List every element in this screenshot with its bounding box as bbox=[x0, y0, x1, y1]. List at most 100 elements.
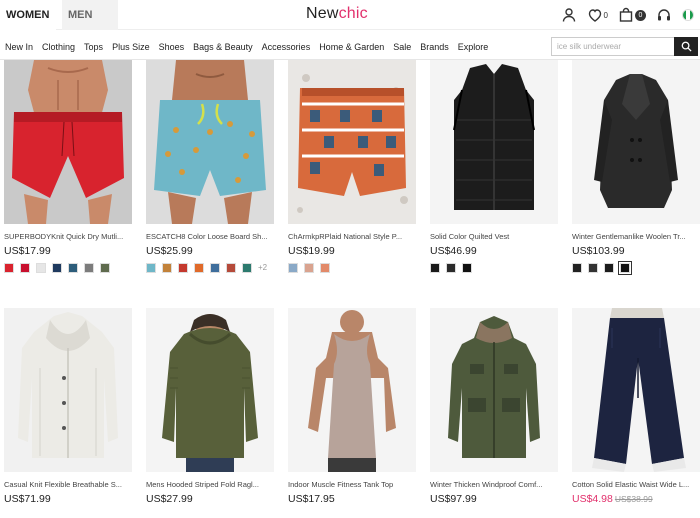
product-title[interactable]: SUPERBODYKnit Quick Dry Mutli... bbox=[4, 232, 134, 242]
color-swatch[interactable] bbox=[68, 262, 78, 273]
product-title[interactable]: ESCATCH8 Color Loose Board Sh... bbox=[146, 232, 276, 242]
product-card[interactable]: Cotton Solid Elastic Waist Wide L... US$… bbox=[572, 308, 700, 506]
color-swatches bbox=[4, 262, 134, 273]
product-card[interactable]: Indoor Muscle Fitness Tank Top US$17.95 bbox=[288, 308, 418, 506]
account-button[interactable] bbox=[561, 6, 577, 24]
product-image[interactable] bbox=[430, 308, 558, 472]
search-input[interactable] bbox=[551, 37, 674, 56]
color-swatch[interactable] bbox=[4, 262, 14, 273]
color-swatch[interactable] bbox=[194, 262, 204, 273]
search-icon bbox=[681, 41, 692, 52]
product-card[interactable]: Winter Thicken Windproof Comf... US$97.9… bbox=[430, 308, 560, 506]
product-title[interactable]: Indoor Muscle Fitness Tank Top bbox=[288, 480, 418, 490]
color-swatch[interactable] bbox=[446, 262, 456, 273]
product-title[interactable]: Winter Gentlemanlike Woolen Tr... bbox=[572, 232, 700, 242]
color-swatch[interactable] bbox=[162, 262, 172, 273]
product-price: US$46.99 bbox=[430, 245, 477, 257]
product-price: US$17.95 bbox=[288, 493, 335, 505]
product-title[interactable]: Solid Color Quilted Vest bbox=[430, 232, 560, 242]
color-swatch[interactable] bbox=[178, 262, 188, 273]
product-card[interactable]: ESCATCH8 Color Loose Board Sh... US$25.9… bbox=[146, 60, 276, 273]
tab-women[interactable]: WOMEN bbox=[0, 0, 56, 30]
original-price: US$38.99 bbox=[614, 494, 653, 504]
search-bar bbox=[551, 37, 698, 56]
color-swatch[interactable] bbox=[20, 262, 30, 273]
product-title[interactable]: Winter Thicken Windproof Comf... bbox=[430, 480, 560, 490]
color-swatch[interactable] bbox=[604, 262, 614, 273]
product-image[interactable] bbox=[4, 60, 132, 224]
color-swatch[interactable] bbox=[226, 262, 236, 273]
color-swatch[interactable] bbox=[430, 262, 440, 273]
cart-button[interactable]: 0 bbox=[618, 6, 646, 24]
product-image[interactable] bbox=[146, 308, 274, 472]
product-image[interactable] bbox=[4, 308, 132, 472]
tab-men[interactable]: MEN bbox=[62, 0, 118, 30]
color-swatch[interactable] bbox=[572, 262, 582, 273]
product-price: US$71.99 bbox=[4, 493, 51, 505]
nav-item-accessories[interactable]: Accessories bbox=[262, 42, 311, 52]
product-card[interactable]: ChArmkpRPlaid National Style P... US$19.… bbox=[288, 60, 418, 273]
nav-item-sale[interactable]: Sale bbox=[393, 42, 411, 52]
product-image[interactable] bbox=[288, 60, 416, 224]
user-icon bbox=[562, 8, 575, 22]
color-swatch[interactable] bbox=[618, 260, 632, 275]
nav-item-explore[interactable]: Explore bbox=[458, 42, 489, 52]
nav-item-home-garden[interactable]: Home & Garden bbox=[319, 42, 384, 52]
product-price: US$17.99 bbox=[4, 245, 51, 257]
product-grid: SUPERBODYKnit Quick Dry Mutli... US$17.9… bbox=[0, 60, 700, 518]
product-price: US$19.99 bbox=[288, 245, 335, 257]
color-swatches bbox=[430, 262, 560, 273]
product-image[interactable] bbox=[572, 60, 700, 224]
product-image[interactable] bbox=[572, 308, 700, 472]
product-card[interactable]: Solid Color Quilted Vest US$46.99 bbox=[430, 60, 560, 273]
wishlist-button[interactable]: 0 bbox=[587, 6, 608, 24]
color-swatch[interactable] bbox=[210, 262, 220, 273]
nav-item-tops[interactable]: Tops bbox=[84, 42, 103, 52]
color-swatch[interactable] bbox=[146, 262, 156, 273]
category-nav: New In Clothing Tops Plus Size Shoes Bag… bbox=[0, 34, 700, 60]
nav-item-new-in[interactable]: New In bbox=[5, 42, 33, 52]
nav-items: New In Clothing Tops Plus Size Shoes Bag… bbox=[5, 34, 488, 60]
product-card[interactable]: Mens Hooded Striped Fold Ragl... US$27.9… bbox=[146, 308, 276, 506]
color-swatch[interactable] bbox=[100, 262, 110, 273]
color-swatch[interactable] bbox=[588, 262, 598, 273]
product-card[interactable]: SUPERBODYKnit Quick Dry Mutli... US$17.9… bbox=[4, 60, 134, 273]
nav-item-shoes[interactable]: Shoes bbox=[159, 42, 185, 52]
product-image[interactable] bbox=[430, 60, 558, 224]
search-button[interactable] bbox=[674, 37, 698, 56]
product-image[interactable] bbox=[146, 60, 274, 224]
header-icons: 0 0 bbox=[561, 6, 694, 24]
nav-item-clothing[interactable]: Clothing bbox=[42, 42, 75, 52]
color-swatch[interactable] bbox=[320, 262, 330, 273]
product-card[interactable]: Casual Knit Flexible Breathable S... US$… bbox=[4, 308, 134, 506]
color-swatch[interactable] bbox=[288, 262, 298, 273]
product-title[interactable]: ChArmkpRPlaid National Style P... bbox=[288, 232, 418, 242]
color-swatches bbox=[288, 262, 418, 273]
color-swatch[interactable] bbox=[304, 262, 314, 273]
color-swatch[interactable] bbox=[242, 262, 252, 273]
product-title[interactable]: Cotton Solid Elastic Waist Wide L... bbox=[572, 480, 700, 490]
headset-icon bbox=[658, 9, 670, 21]
color-swatch[interactable] bbox=[84, 262, 94, 273]
top-bar: WOMEN MEN Newchic 0 0 bbox=[0, 0, 700, 30]
site-logo[interactable]: Newchic bbox=[306, 5, 368, 23]
wishlist-count: 0 bbox=[603, 10, 608, 20]
support-button[interactable] bbox=[656, 6, 672, 24]
product-card[interactable]: Winter Gentlemanlike Woolen Tr... US$103… bbox=[572, 60, 700, 275]
nav-item-plus-size[interactable]: Plus Size bbox=[112, 42, 150, 52]
color-swatch[interactable] bbox=[462, 262, 472, 273]
nav-item-bags-beauty[interactable]: Bags & Beauty bbox=[193, 42, 253, 52]
product-image[interactable] bbox=[288, 308, 416, 472]
cart-icon bbox=[619, 7, 633, 22]
country-selector[interactable] bbox=[682, 6, 694, 24]
product-price: US$103.99 bbox=[572, 245, 625, 257]
logo-text-new: New bbox=[306, 5, 339, 22]
flag-icon bbox=[682, 9, 694, 21]
product-title[interactable]: Casual Knit Flexible Breathable S... bbox=[4, 480, 134, 490]
product-title[interactable]: Mens Hooded Striped Fold Ragl... bbox=[146, 480, 276, 490]
nav-item-brands[interactable]: Brands bbox=[420, 42, 449, 52]
more-colors[interactable]: +2 bbox=[258, 263, 267, 272]
color-swatch[interactable] bbox=[52, 262, 62, 273]
color-swatch[interactable] bbox=[36, 262, 46, 273]
color-swatches bbox=[572, 260, 700, 275]
